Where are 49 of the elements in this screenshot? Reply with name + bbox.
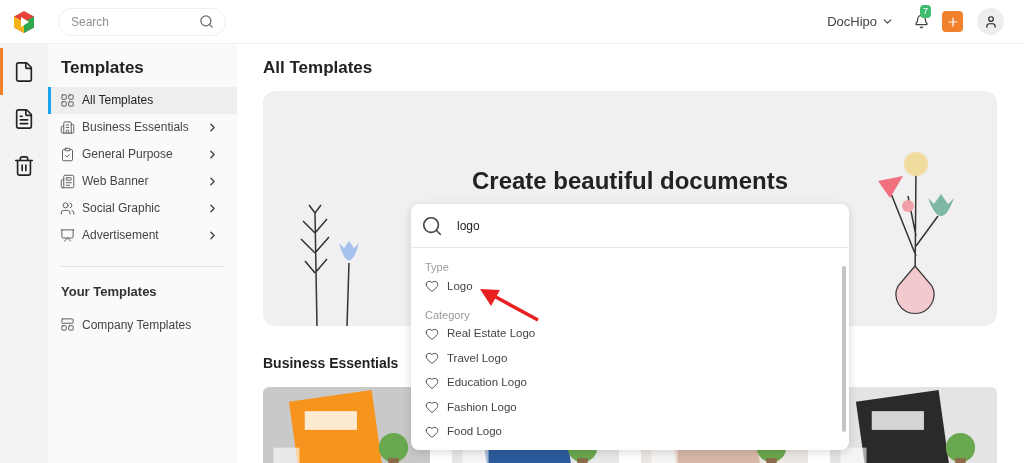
document-icon (13, 107, 35, 130)
sidebar-title: Templates (60, 57, 145, 79)
sidebar-item[interactable]: Web Banner (48, 167, 237, 195)
newspaper-icon (60, 173, 75, 189)
notification-badge: 7 (920, 5, 931, 18)
section-title: Your Templates (60, 282, 158, 301)
heart-icon (425, 326, 439, 341)
grid-icon (60, 92, 75, 108)
checklist-icon (60, 146, 75, 162)
bell-icon[interactable] (914, 14, 929, 29)
account-menu[interactable]: DocHipo (827, 11, 894, 32)
group-heading: Category (425, 307, 471, 322)
sidebar-item[interactable]: All Templates (48, 86, 237, 114)
file-icon (13, 60, 35, 83)
heart-icon (425, 400, 439, 415)
people-icon (60, 200, 75, 216)
suggestion-item[interactable]: Food Logo (425, 419, 842, 444)
heart-icon (425, 375, 439, 390)
user-icon (983, 14, 998, 29)
search-icon (421, 214, 443, 237)
sidebar-item[interactable]: Social Graphic (48, 194, 237, 222)
suggestion-item[interactable]: Logo (425, 274, 842, 299)
logo-icon[interactable] (12, 9, 36, 34)
plus-icon (945, 14, 960, 29)
search-field[interactable]: logo (457, 216, 839, 235)
building-icon (60, 119, 75, 135)
group-heading: Type (425, 260, 450, 274)
heart-icon (425, 279, 439, 294)
sidebar-item[interactable]: Advertisement (48, 221, 237, 249)
banner-title: Create beautiful documents (471, 165, 789, 196)
presentation-icon (60, 227, 75, 243)
search-icon (199, 13, 214, 29)
suggestion-item[interactable]: Real Estate Logo (425, 321, 842, 346)
sidebar-item[interactable]: Company Templates (48, 311, 237, 338)
suggestion-item[interactable]: Travel Logo (425, 346, 842, 371)
heart-icon (425, 424, 439, 439)
sidebar-item[interactable]: Business Essentials (48, 113, 237, 141)
sidebar-item[interactable]: General Purpose (48, 140, 237, 168)
scrollbar[interactable] (842, 266, 846, 432)
suggestion-item[interactable]: Education Logo (425, 370, 842, 395)
page-title: All Templates (263, 57, 374, 79)
suggestion-item[interactable]: Fashion Logo (425, 395, 842, 420)
layout-icon (60, 317, 75, 332)
heart-icon (425, 351, 439, 366)
section-title: Business Essentials (263, 353, 399, 373)
trash-icon (13, 154, 35, 177)
search-field[interactable]: Search (58, 7, 226, 36)
profile-button[interactable] (977, 8, 1004, 35)
arrow-annotation (480, 288, 542, 324)
